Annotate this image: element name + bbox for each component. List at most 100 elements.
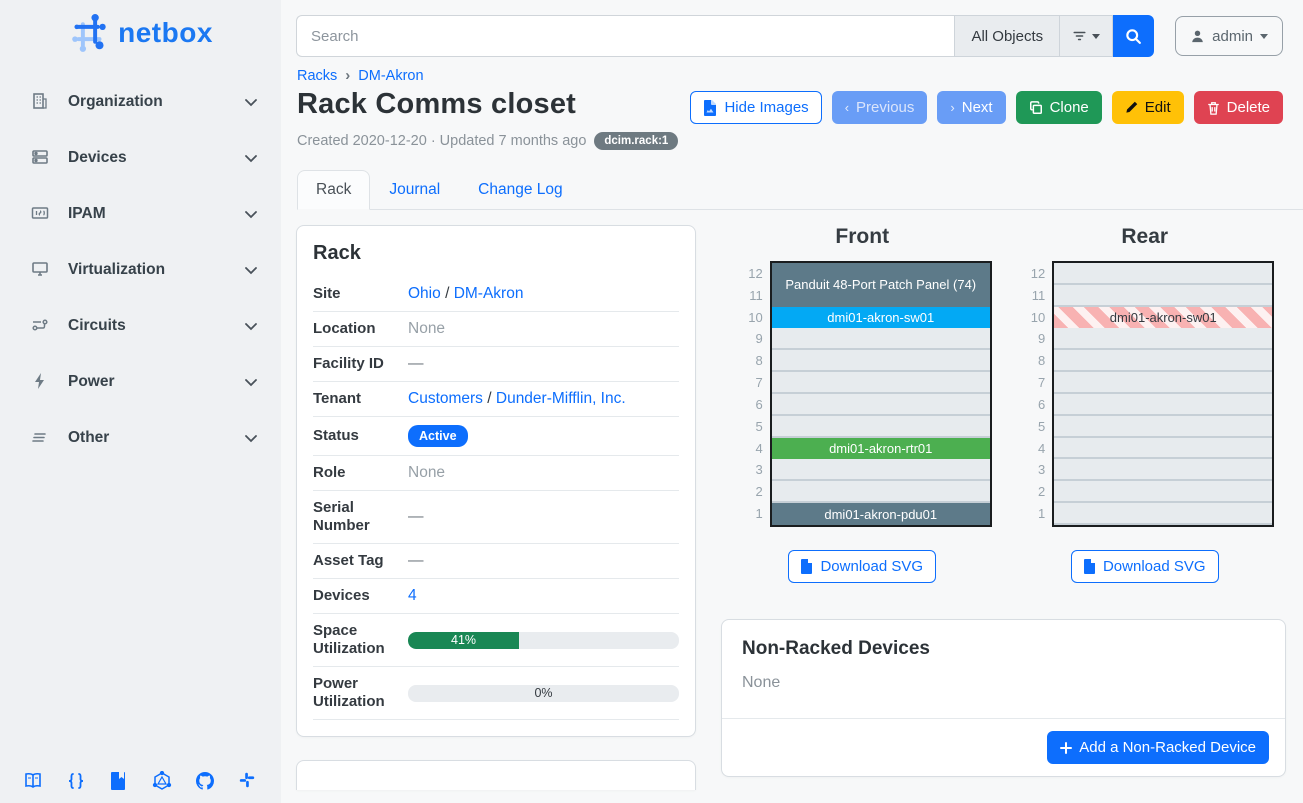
rack-unit-slot[interactable] [1054, 459, 1272, 481]
rack-unit-slot[interactable] [1054, 328, 1272, 350]
unit-number: 11 [1015, 285, 1045, 307]
unit-number: 5 [733, 416, 763, 438]
devices-count-link[interactable]: 4 [408, 587, 417, 604]
person-icon [1190, 29, 1205, 44]
image-file-icon [703, 100, 717, 116]
non-racked-title: Non-Racked Devices [742, 638, 1265, 660]
non-racked-devices-card: Non-Racked Devices None Add a Non-Racked… [721, 619, 1286, 777]
counter-icon [30, 203, 52, 225]
netbox-logo-icon [68, 12, 110, 54]
sidebar-item-label: IPAM [68, 205, 243, 223]
copy-icon [1029, 101, 1043, 115]
rack-unit-slot[interactable] [1054, 416, 1272, 438]
unit-number: 8 [733, 350, 763, 372]
github-icon[interactable] [195, 771, 215, 791]
sidebar-item-virtualization[interactable]: Virtualization [22, 250, 267, 290]
rack-unit-slot[interactable] [772, 350, 990, 372]
clone-button[interactable]: Clone [1016, 91, 1102, 124]
tenant-group-link[interactable]: Customers [408, 390, 483, 407]
rack-unit-slot[interactable] [1054, 263, 1272, 285]
rack-device[interactable]: Panduit 48-Port Patch Panel (74) [772, 263, 990, 307]
netbox-wordmark: netbox [118, 17, 213, 49]
facility-id-value: — [408, 355, 679, 373]
user-menu-button[interactable]: admin [1175, 16, 1283, 56]
next-button[interactable]: › Next [937, 91, 1005, 124]
sidebar-item-label: Organization [68, 93, 243, 111]
docs-book-icon[interactable] [23, 771, 43, 791]
search-filter-button[interactable] [1059, 15, 1113, 57]
rack-unit-slot[interactable] [772, 328, 990, 350]
unit-number: 5 [1015, 416, 1045, 438]
sidebar-item-ipam[interactable]: IPAM [22, 194, 267, 234]
role-value: None [408, 464, 679, 482]
object-type-button[interactable]: All Objects [954, 15, 1059, 57]
rack-unit-slot[interactable] [772, 372, 990, 394]
tab-change-log[interactable]: Change Log [459, 170, 581, 210]
sidebar-item-organization[interactable]: Organization [22, 82, 267, 122]
row-devices: Devices 4 [313, 579, 679, 614]
unit-number: 10 [1015, 307, 1045, 329]
row-facility-id: Facility ID — [313, 347, 679, 382]
hide-images-button[interactable]: Hide Images [690, 91, 821, 124]
tab-rack[interactable]: Rack [297, 170, 370, 210]
chevron-right-icon: › [950, 100, 954, 115]
breadcrumb-separator: › [345, 67, 350, 84]
next-card-partial [296, 760, 696, 790]
graphql-icon[interactable] [152, 771, 172, 791]
caret-down-icon [1092, 34, 1100, 39]
search-input[interactable] [296, 15, 954, 57]
previous-button[interactable]: ‹ Previous [832, 91, 928, 124]
unit-number: 8 [1015, 350, 1045, 372]
lines-icon [30, 427, 52, 449]
rear-title: Rear [1121, 225, 1168, 249]
rack-unit-slot[interactable] [1054, 372, 1272, 394]
server-icon [30, 147, 52, 169]
sidebar-item-other[interactable]: Other [22, 418, 267, 458]
breadcrumb-link-racks[interactable]: Racks [297, 68, 337, 84]
page-header: Rack Comms closet Hide Images ‹ Previous… [281, 84, 1303, 124]
site-link[interactable]: DM-Akron [454, 285, 524, 302]
rack-unit-slot[interactable] [1054, 394, 1272, 416]
breadcrumb-link-site[interactable]: DM-Akron [358, 68, 423, 84]
rack-unit-slot[interactable] [772, 481, 990, 503]
slack-icon[interactable] [238, 771, 258, 791]
edit-button[interactable]: Edit [1112, 91, 1184, 124]
rack-device[interactable]: dmi01-akron-rtr01 [772, 438, 990, 460]
unit-number: 4 [733, 438, 763, 460]
sidebar-item-circuits[interactable]: Circuits [22, 306, 267, 346]
sidebar-item-devices[interactable]: Devices [22, 138, 267, 178]
search-submit-button[interactable] [1113, 15, 1154, 57]
rack-unit-slot[interactable] [772, 416, 990, 438]
rack-device[interactable]: dmi01-akron-sw01 [1054, 307, 1272, 329]
user-name: admin [1212, 28, 1253, 45]
rack-unit-slot[interactable] [1054, 481, 1272, 503]
rack-unit-slot[interactable] [1054, 503, 1272, 525]
unit-number: 1 [1015, 503, 1045, 525]
object-meta: Created 2020-12-20 · Updated 7 months ag… [281, 124, 1303, 150]
rack-unit-slot[interactable] [1054, 350, 1272, 372]
rack-unit-slot[interactable] [1054, 438, 1272, 460]
sidebar-item-power[interactable]: Power [22, 362, 267, 402]
rack-unit-slot[interactable] [772, 459, 990, 481]
site-region-link[interactable]: Ohio [408, 285, 441, 302]
status-badge: Active [408, 425, 468, 447]
tab-journal[interactable]: Journal [370, 170, 459, 210]
space-utilization-bar: 41% [408, 632, 679, 649]
delete-button[interactable]: Delete [1194, 91, 1283, 124]
rear-rack-diagram: dmi01-akron-sw01 [1052, 261, 1274, 527]
add-non-racked-device-button[interactable]: Add a Non-Racked Device [1047, 731, 1269, 764]
rack-device[interactable]: dmi01-akron-pdu01 [772, 503, 990, 525]
rack-unit-slot[interactable] [772, 394, 990, 416]
tenant-link[interactable]: Dunder-Mifflin, Inc. [496, 390, 626, 407]
rack-unit-slot[interactable] [1054, 285, 1272, 307]
chevron-down-icon [243, 262, 259, 278]
rack-device[interactable]: dmi01-akron-sw01 [772, 307, 990, 329]
sidebar-nav: Organization Devices IPAM Virtualization Cir… [0, 82, 281, 458]
netbox-logo[interactable]: netbox [0, 0, 281, 60]
code-braces-icon[interactable] [66, 771, 86, 791]
front-download-svg-button[interactable]: Download SVG [788, 550, 936, 583]
rear-download-svg-button[interactable]: Download SVG [1071, 550, 1219, 583]
journal-icon[interactable] [109, 771, 129, 791]
trash-icon [1207, 101, 1220, 115]
unit-number: 9 [733, 328, 763, 350]
